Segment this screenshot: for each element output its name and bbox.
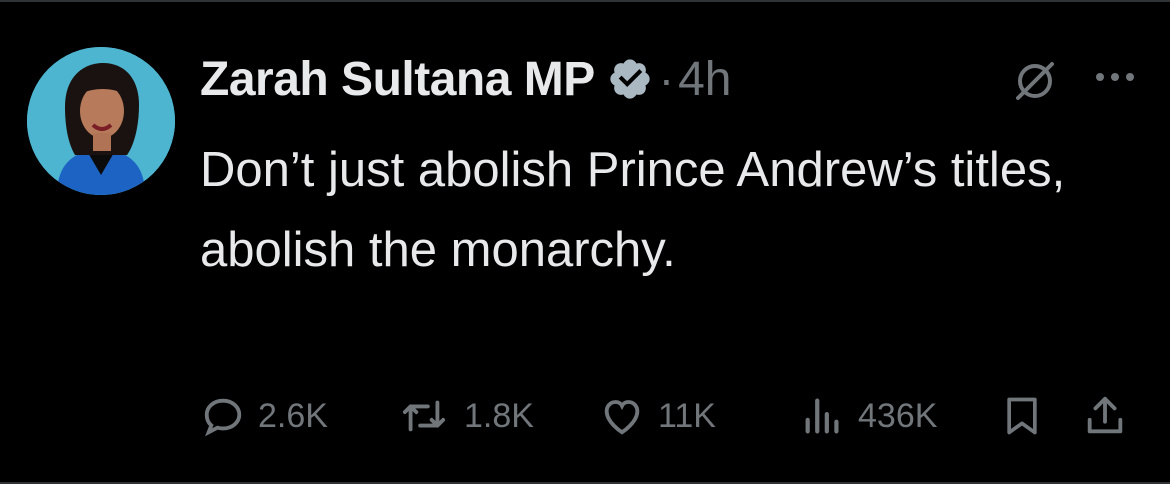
repost-button[interactable]: 1.8K	[396, 386, 534, 446]
top-divider	[0, 0, 1170, 2]
more-icon[interactable]	[1092, 62, 1138, 92]
retweet-icon	[402, 400, 446, 432]
timestamp[interactable]: 4h	[678, 52, 731, 107]
reply-button[interactable]: 2.6K	[200, 386, 328, 446]
tweet-text: Don’t just abolish Prince Andrew’s title…	[200, 143, 1079, 277]
reply-icon	[204, 398, 242, 437]
bookmark-button[interactable]	[1000, 386, 1044, 446]
like-count: 11K	[658, 396, 716, 435]
like-button[interactable]: 11K	[598, 386, 716, 446]
share-icon	[1087, 396, 1123, 434]
grok-icon[interactable]	[1012, 58, 1058, 104]
views-count: 436K	[858, 396, 938, 435]
bookmark-icon	[1007, 397, 1037, 435]
tweet-actions: 2.6K 1.8K 11K 436K	[200, 386, 1150, 446]
like-icon	[604, 400, 640, 435]
views-icon	[805, 398, 839, 434]
author-name[interactable]: Zarah Sultana MP	[200, 52, 595, 107]
avatar[interactable]	[27, 47, 175, 195]
separator-dot: ·	[658, 53, 675, 105]
repost-count: 1.8K	[464, 396, 534, 435]
views-button[interactable]: 436K	[800, 386, 937, 446]
avatar-image	[27, 47, 175, 195]
verified-badge-icon[interactable]	[607, 56, 653, 102]
share-button[interactable]	[1082, 386, 1128, 446]
reply-count: 2.6K	[258, 396, 328, 435]
tweet-header: Zarah Sultana MP · 4h	[200, 44, 731, 114]
